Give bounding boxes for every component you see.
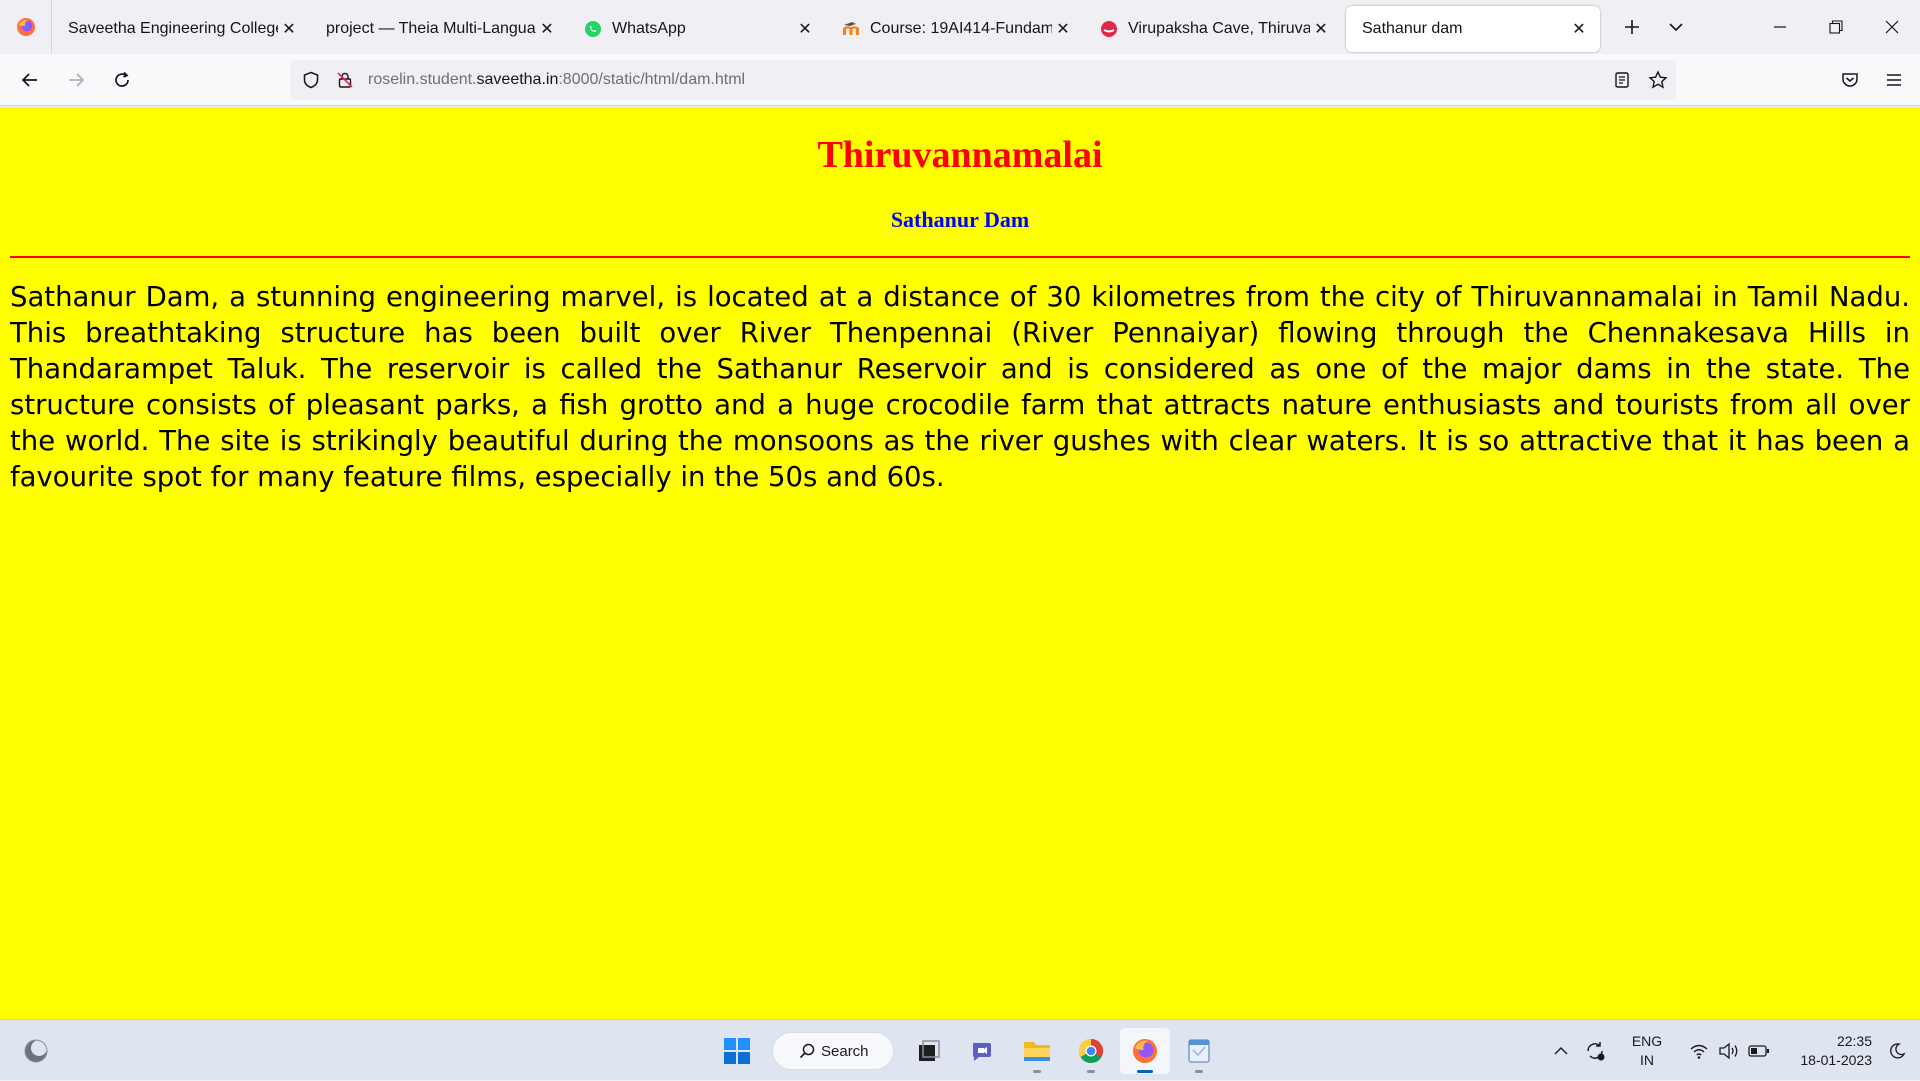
close-icon[interactable]: ✕ — [1052, 18, 1074, 40]
arrow-right-icon — [69, 72, 85, 87]
volume-icon[interactable] — [1714, 1036, 1744, 1066]
horizontal-rule — [10, 256, 1910, 258]
page-content: Thiruvannamalai Sathanur Dam Sathanur Da… — [0, 107, 1920, 1019]
windows-start-icon — [724, 1038, 750, 1064]
notepad-icon — [1188, 1039, 1210, 1063]
battery-icon[interactable] — [1744, 1036, 1774, 1066]
minimize-icon — [1774, 26, 1786, 28]
new-tab-button[interactable] — [1610, 5, 1654, 49]
search-label: Search — [821, 1042, 869, 1060]
forward-button[interactable] — [54, 58, 98, 102]
tab-virupaksha[interactable]: Virupaksha Cave, Thiruvanna ✕ — [1084, 6, 1342, 52]
site-red-icon — [1100, 20, 1118, 38]
firefox-taskbar-button[interactable] — [1120, 1028, 1170, 1074]
reload-button[interactable] — [100, 58, 144, 102]
search-icon — [799, 1043, 815, 1059]
region-code: IN — [1640, 1051, 1654, 1068]
tab-title: WhatsApp — [612, 20, 686, 37]
reload-icon — [115, 71, 129, 87]
back-button[interactable] — [8, 58, 52, 102]
clock-time: 22:35 — [1836, 1032, 1872, 1049]
tab-sathanur-dam[interactable]: Sathanur dam ✕ — [1346, 6, 1600, 52]
close-icon[interactable]: ✕ — [278, 18, 300, 40]
task-view-button[interactable] — [904, 1028, 954, 1074]
pocket-button[interactable] — [1828, 58, 1872, 102]
chrome-button[interactable] — [1066, 1028, 1116, 1074]
moodle-icon — [842, 20, 860, 38]
running-indicator — [1087, 1070, 1095, 1073]
hamburger-menu-icon — [1887, 74, 1901, 86]
start-button[interactable] — [712, 1028, 762, 1074]
taskbar-search[interactable]: Search — [772, 1032, 894, 1070]
firefox-icon — [1133, 1039, 1157, 1063]
toolbar-right — [1828, 58, 1920, 102]
windows-taskbar: Search ENG IN 22:35 18-01-2023 — [0, 1019, 1920, 1080]
page-subtitle: Sathanur Dam — [890, 207, 1030, 232]
language-code: ENG — [1631, 1032, 1663, 1049]
file-explorer-button[interactable] — [1012, 1028, 1062, 1074]
tab-theia[interactable]: project — Theia Multi-Language ✕ — [310, 6, 568, 52]
tab-strip: Saveetha Engineering College ✕ project —… — [0, 0, 1920, 54]
pocket-icon — [1842, 73, 1858, 87]
close-icon[interactable]: ✕ — [1310, 18, 1332, 40]
sync-icon[interactable] — [1580, 1036, 1610, 1066]
tab-whatsapp[interactable]: WhatsApp ✕ — [568, 6, 826, 52]
close-icon[interactable]: ✕ — [1568, 18, 1590, 40]
whatsapp-icon — [584, 20, 602, 38]
chrome-icon — [1078, 1039, 1104, 1064]
input-language-indicator[interactable]: ENG IN — [1622, 1032, 1672, 1070]
url-prefix: roselin.student. — [368, 71, 477, 88]
close-icon[interactable]: ✕ — [794, 18, 816, 40]
active-indicator — [1137, 1070, 1153, 1073]
close-icon — [1885, 20, 1899, 34]
app-menu-button[interactable] — [1872, 58, 1916, 102]
firefox-icon — [16, 18, 35, 36]
close-icon[interactable]: ✕ — [536, 18, 558, 40]
close-window-button[interactable] — [1864, 0, 1920, 54]
window-controls — [1752, 0, 1920, 54]
insecure-lock-icon[interactable] — [328, 60, 362, 100]
notepad-button[interactable] — [1174, 1028, 1224, 1074]
system-tray: ENG IN 22:35 18-01-2023 — [1546, 1020, 1920, 1081]
running-indicator — [1195, 1070, 1203, 1073]
teams-chat-icon — [973, 1043, 991, 1061]
plus-icon — [1625, 20, 1639, 34]
tab-title: project — Theia Multi-Language — [326, 20, 536, 37]
arrow-left-icon — [21, 72, 37, 87]
tab-title: Course: 19AI414-Fundament — [870, 20, 1052, 37]
navigation-toolbar: roselin.student.saveetha.in:8000/static/… — [0, 54, 1920, 106]
taskbar-apps: Search — [710, 1028, 1226, 1074]
address-bar[interactable]: roselin.student.saveetha.in:8000/static/… — [290, 60, 1676, 100]
tracking-protection-shield-icon[interactable] — [294, 60, 328, 100]
tab-title: Saveetha Engineering College — [68, 20, 278, 37]
description-paragraph: Sathanur Dam, a stunning engineering mar… — [10, 281, 1910, 493]
clock-date: 18-01-2023 — [1800, 1051, 1872, 1068]
weather-widget-icon[interactable] — [20, 1035, 52, 1067]
url-text[interactable]: roselin.student.saveetha.in:8000/static/… — [368, 71, 745, 89]
focus-moon-icon[interactable] — [1882, 1036, 1912, 1066]
minimize-button[interactable] — [1752, 0, 1808, 54]
clock[interactable]: 22:35 18-01-2023 — [1780, 1032, 1872, 1070]
running-indicator — [1033, 1070, 1041, 1073]
chevron-up-icon[interactable] — [1546, 1036, 1576, 1066]
bookmark-star-icon[interactable] — [1640, 60, 1676, 100]
tab-saveetha[interactable]: Saveetha Engineering College ✕ — [52, 6, 310, 52]
tab-course[interactable]: Course: 19AI414-Fundament ✕ — [826, 6, 1084, 52]
restore-button[interactable] — [1808, 0, 1864, 54]
tab-title: Virupaksha Cave, Thiruvanna — [1128, 20, 1310, 37]
teams-chat-button[interactable] — [958, 1028, 1008, 1074]
page-title: Thiruvannamalai — [817, 134, 1103, 176]
chevron-down-icon — [1669, 23, 1683, 32]
firefox-view-button[interactable] — [0, 0, 52, 54]
restore-icon — [1829, 20, 1843, 34]
file-explorer-icon — [1024, 1042, 1050, 1061]
url-suffix: :8000/static/html/dam.html — [558, 71, 746, 88]
reader-view-icon[interactable] — [1604, 60, 1640, 100]
tab-title: Sathanur dam — [1362, 20, 1463, 37]
wifi-icon[interactable] — [1684, 1036, 1714, 1066]
list-all-tabs-button[interactable] — [1654, 5, 1698, 49]
task-view-icon — [919, 1040, 940, 1061]
url-host: saveetha.in — [476, 71, 559, 88]
